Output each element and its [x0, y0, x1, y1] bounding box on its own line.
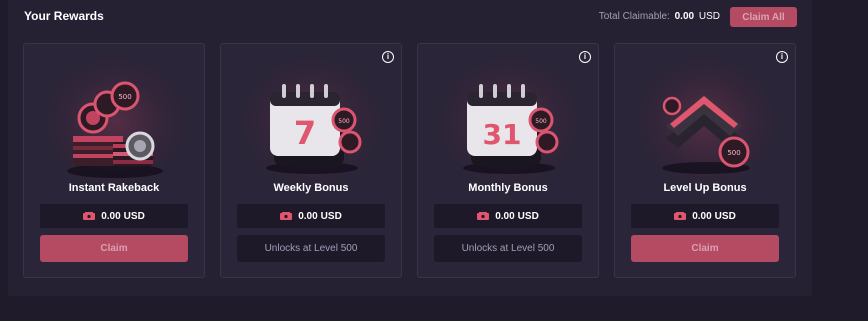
- info-icon[interactable]: i: [382, 51, 394, 63]
- chip-stack-icon: 500: [67, 81, 163, 178]
- card-amount: 0.00 USD: [40, 204, 188, 228]
- card-amount: 0.00 USD: [237, 204, 385, 228]
- chip-label: 500: [338, 118, 350, 125]
- card-amount-currency: USD: [123, 210, 145, 222]
- claim-button[interactable]: Claim: [40, 235, 188, 262]
- card-title: Weekly Bonus: [273, 182, 349, 194]
- card-title: Instant Rakeback: [68, 182, 160, 194]
- calendar-31-icon: 31 500: [463, 84, 559, 174]
- chip-label: 500: [727, 149, 740, 157]
- cash-icon: [477, 211, 490, 220]
- card-title: Monthly Bonus: [468, 182, 548, 194]
- reward-card-weekly-bonus: i 7 500 Weekly Bonus 0.00 USD Unlocks at…: [220, 43, 402, 278]
- reward-card-level-up-bonus: i 500 Level Up Bonus 0.00 USD Claim: [614, 43, 796, 278]
- level-chevron-icon: 500: [662, 94, 750, 174]
- card-amount: 0.00 USD: [631, 204, 779, 228]
- total-claimable-currency: USD: [698, 11, 720, 22]
- unlock-requirement: Unlocks at Level 500: [237, 235, 385, 262]
- cash-icon: [674, 211, 687, 220]
- card-amount-currency: USD: [320, 210, 342, 222]
- card-amount-value: 0.00: [101, 210, 121, 222]
- cash-icon: [83, 211, 96, 220]
- card-amount: 0.00 USD: [434, 204, 582, 228]
- card-amount-value: 0.00: [692, 210, 712, 222]
- info-icon[interactable]: i: [776, 51, 788, 63]
- calendar-number: 7: [294, 114, 316, 152]
- info-icon[interactable]: i: [579, 51, 591, 63]
- reward-card-instant-rakeback: 500 Instant Rakeback 0.00 USD Claim: [23, 43, 205, 278]
- rewards-title: Your Rewards: [24, 9, 104, 23]
- card-title: Level Up Bonus: [663, 182, 747, 194]
- chip-label: 500: [535, 118, 547, 125]
- reward-card-monthly-bonus: i 31 500 Monthly Bonus 0.00 USD Unlocks …: [417, 43, 599, 278]
- page-background: [812, 0, 868, 321]
- claim-button[interactable]: Claim: [631, 235, 779, 262]
- card-amount-currency: USD: [517, 210, 539, 222]
- unlock-requirement: Unlocks at Level 500: [434, 235, 582, 262]
- total-claimable-label: Total Claimable:: [598, 11, 670, 22]
- cash-icon: [280, 211, 293, 220]
- card-amount-value: 0.00: [298, 210, 318, 222]
- chip-label: 500: [118, 93, 131, 101]
- total-claimable: Total Claimable: 0.00 USD: [599, 11, 720, 22]
- claim-all-button[interactable]: Claim All: [730, 7, 797, 27]
- card-amount-currency: USD: [714, 210, 736, 222]
- calendar-number: 31: [483, 118, 522, 151]
- calendar-7-icon: 7 500: [266, 84, 362, 174]
- total-claimable-amount: 0.00: [674, 11, 695, 22]
- card-amount-value: 0.00: [495, 210, 515, 222]
